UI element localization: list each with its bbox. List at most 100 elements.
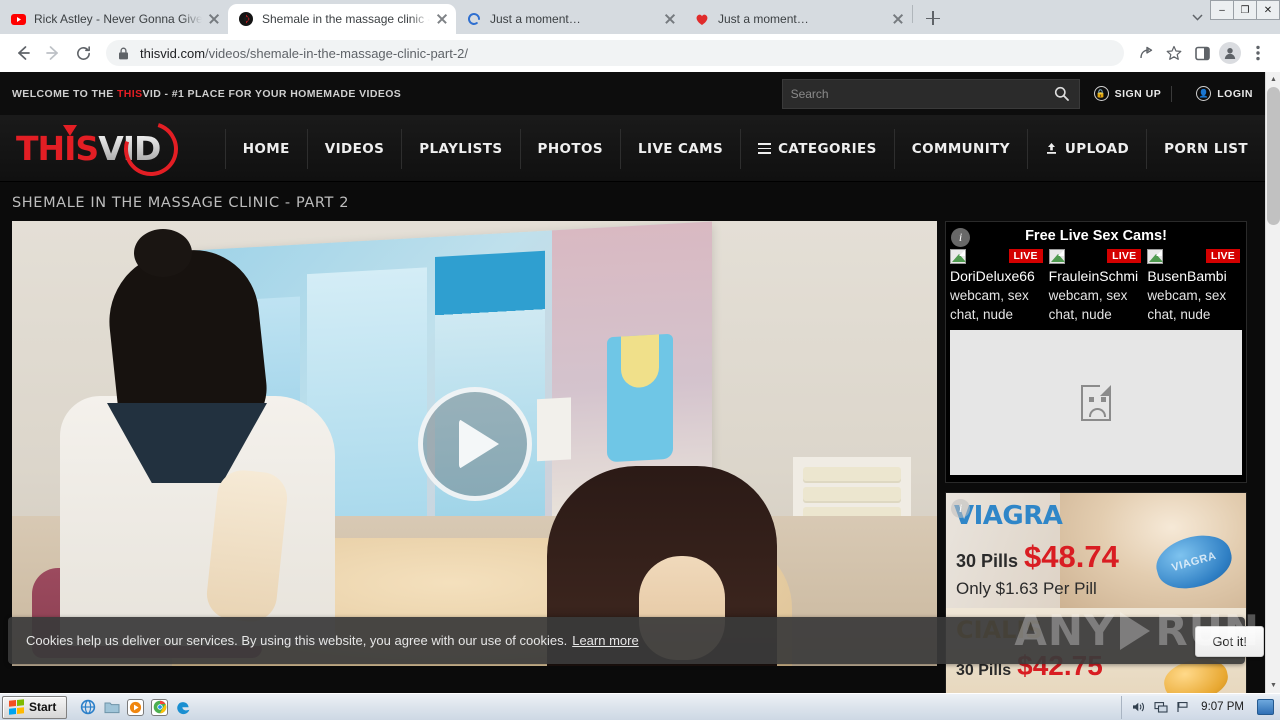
close-window-button[interactable]: ✕ bbox=[1256, 0, 1280, 20]
scroll-down-icon[interactable]: ▼ bbox=[1266, 678, 1280, 693]
start-label: Start bbox=[29, 700, 57, 714]
tab-divider bbox=[912, 5, 913, 23]
site-logo[interactable]: THISVID bbox=[0, 111, 225, 186]
share-icon[interactable] bbox=[1132, 39, 1160, 67]
nav-item-playlists[interactable]: PLAYLISTS bbox=[402, 128, 521, 169]
nav-item-home[interactable]: HOME bbox=[224, 128, 308, 169]
live-badge: LIVE bbox=[1107, 249, 1142, 263]
taskbar-clock[interactable]: 9:07 PM bbox=[1197, 701, 1248, 713]
volume-icon[interactable] bbox=[1131, 700, 1146, 715]
cookie-text: Cookies help us deliver our services. By… bbox=[26, 633, 568, 648]
browser-window: Rick Astley - Never Gonna Give You Shema… bbox=[0, 0, 1280, 720]
cam-desc-line1: webcam, sex bbox=[1048, 288, 1128, 303]
loading-spinner-icon bbox=[466, 11, 482, 27]
scrollbar-thumb[interactable] bbox=[1267, 87, 1280, 225]
youtube-icon bbox=[10, 11, 26, 27]
nav-label: PORN LIST bbox=[1164, 140, 1248, 157]
scroll-up-icon[interactable]: ▲ bbox=[1266, 72, 1280, 87]
ad-info-icon[interactable]: i bbox=[951, 499, 970, 518]
nav-label: CATEGORIES bbox=[778, 140, 877, 157]
nav-item-categories[interactable]: CATEGORIES bbox=[741, 128, 895, 169]
browser-tab-4[interactable]: Just a moment… bbox=[684, 4, 912, 34]
cam-item[interactable]: LIVE BusenBambi webcam, sex chat, nude bbox=[1145, 249, 1244, 324]
play-icon bbox=[459, 418, 499, 469]
url-path: /videos/shemale-in-the-massage-clinic-pa… bbox=[205, 45, 469, 61]
nav-label: UPLOAD bbox=[1064, 140, 1130, 157]
show-desktop-icon[interactable] bbox=[1257, 699, 1274, 715]
browser-tab-3[interactable]: Just a moment… bbox=[456, 4, 684, 34]
flag-icon[interactable] bbox=[1175, 700, 1190, 715]
reload-icon[interactable] bbox=[68, 38, 98, 68]
sign-up-button[interactable]: 🔒 SIGN UP bbox=[1093, 86, 1162, 101]
new-tab-button[interactable] bbox=[919, 4, 947, 32]
nav-label: COMMUNITY bbox=[911, 140, 1010, 157]
nav-item-videos[interactable]: VIDEOS bbox=[308, 128, 403, 169]
video-masseuse bbox=[52, 221, 382, 646]
avatar bbox=[1219, 42, 1241, 64]
minimize-button[interactable]: – bbox=[1210, 0, 1234, 20]
chevron-down-icon[interactable] bbox=[1183, 3, 1211, 31]
forward-icon[interactable] bbox=[38, 38, 68, 68]
close-icon[interactable] bbox=[662, 11, 678, 27]
viagra-ad-top: i VIAGRA 30 Pills $48.74 Only $1.63 Per … bbox=[946, 493, 1246, 609]
search-input[interactable] bbox=[790, 86, 1053, 101]
profile-avatar[interactable] bbox=[1216, 39, 1244, 67]
nav-item-upload[interactable]: UPLOAD bbox=[1028, 128, 1148, 169]
url-host: thisvid.com bbox=[140, 45, 206, 61]
logo-part1: THIS bbox=[16, 129, 99, 168]
live-cams-title: Free Live Sex Cams! bbox=[1025, 228, 1167, 244]
cam-item[interactable]: LIVE FrauleinSchmi webcam, sex chat, nud… bbox=[1047, 249, 1146, 324]
cookie-banner: Cookies help us deliver our services. By… bbox=[8, 617, 1245, 664]
close-icon[interactable] bbox=[206, 11, 222, 27]
nav-item-porn-list[interactable]: PORN LIST bbox=[1147, 129, 1265, 169]
user-icon: 👤 bbox=[1196, 86, 1212, 101]
broken-image-sad-icon bbox=[1081, 384, 1111, 421]
media-player-icon[interactable] bbox=[127, 698, 145, 716]
nav-item-community[interactable]: COMMUNITY bbox=[895, 128, 1028, 169]
site-navbar: THISVID HOME VIDEOS PLAYLISTS PHOTOS LIV… bbox=[0, 111, 1265, 186]
windows-logo-icon bbox=[9, 699, 24, 715]
edge-icon[interactable] bbox=[175, 699, 192, 716]
cam-desc-line1: webcam, sex bbox=[1147, 288, 1227, 303]
close-icon[interactable] bbox=[434, 11, 450, 27]
video-player[interactable] bbox=[12, 221, 937, 666]
login-button[interactable]: 👤 LOGIN bbox=[1196, 86, 1253, 101]
search-icon[interactable] bbox=[1053, 86, 1071, 101]
cookie-accept-button[interactable]: Got it! bbox=[1195, 626, 1264, 657]
cam-name: BusenBambi bbox=[1147, 268, 1227, 284]
cam-item[interactable]: LIVE DoriDeluxe66 webcam, sex chat, nude bbox=[948, 249, 1047, 324]
folder-icon[interactable] bbox=[103, 699, 120, 716]
viagra-price: $48.74 bbox=[1024, 539, 1119, 574]
thisvid-icon bbox=[238, 11, 254, 27]
bookmark-star-icon[interactable] bbox=[1160, 39, 1188, 67]
nav-item-live-cams[interactable]: LIVE CAMS bbox=[621, 128, 742, 169]
side-panel-icon[interactable] bbox=[1188, 39, 1216, 67]
maximize-button[interactable]: ❐ bbox=[1233, 0, 1257, 20]
welcome-prefix: WELCOME TO THE bbox=[12, 87, 117, 100]
internet-explorer-icon[interactable] bbox=[79, 699, 96, 716]
sign-up-label: SIGN UP bbox=[1114, 87, 1162, 100]
address-bar[interactable]: thisvid.com/videos/shemale-in-the-massag… bbox=[106, 40, 1124, 66]
network-icon[interactable] bbox=[1153, 700, 1168, 715]
viagra-brand: VIAGRA bbox=[954, 501, 1063, 531]
play-button[interactable] bbox=[417, 386, 532, 501]
browser-tab-1[interactable]: Rick Astley - Never Gonna Give You bbox=[0, 4, 228, 34]
live-badge: LIVE bbox=[1205, 249, 1240, 263]
cam-name: DoriDeluxe66 bbox=[950, 268, 1035, 284]
search-box[interactable] bbox=[781, 78, 1080, 109]
nav-item-photos[interactable]: PHOTOS bbox=[521, 128, 622, 169]
page-scrollbar[interactable]: ▲ ▼ bbox=[1265, 72, 1280, 693]
chrome-icon[interactable] bbox=[151, 698, 169, 716]
logo-text: THISVID bbox=[16, 111, 188, 186]
divider bbox=[1171, 85, 1173, 102]
page-viewport: WELCOME TO THE THISVID - #1 PLACE FOR YO… bbox=[0, 72, 1280, 693]
browser-tab-2[interactable]: Shemale in the massage clinic - part bbox=[228, 4, 456, 34]
live-cams-ad[interactable]: i Free Live Sex Cams! LIVE DoriDeluxe66 … bbox=[945, 221, 1247, 483]
hamburger-icon bbox=[758, 143, 772, 154]
chrome-menu-icon[interactable] bbox=[1244, 39, 1272, 67]
back-icon[interactable] bbox=[8, 38, 38, 68]
learn-more-link[interactable]: Learn more bbox=[572, 633, 638, 648]
ad-info-icon[interactable]: i bbox=[951, 228, 970, 247]
start-button[interactable]: Start bbox=[2, 695, 68, 719]
close-icon[interactable] bbox=[890, 11, 906, 27]
